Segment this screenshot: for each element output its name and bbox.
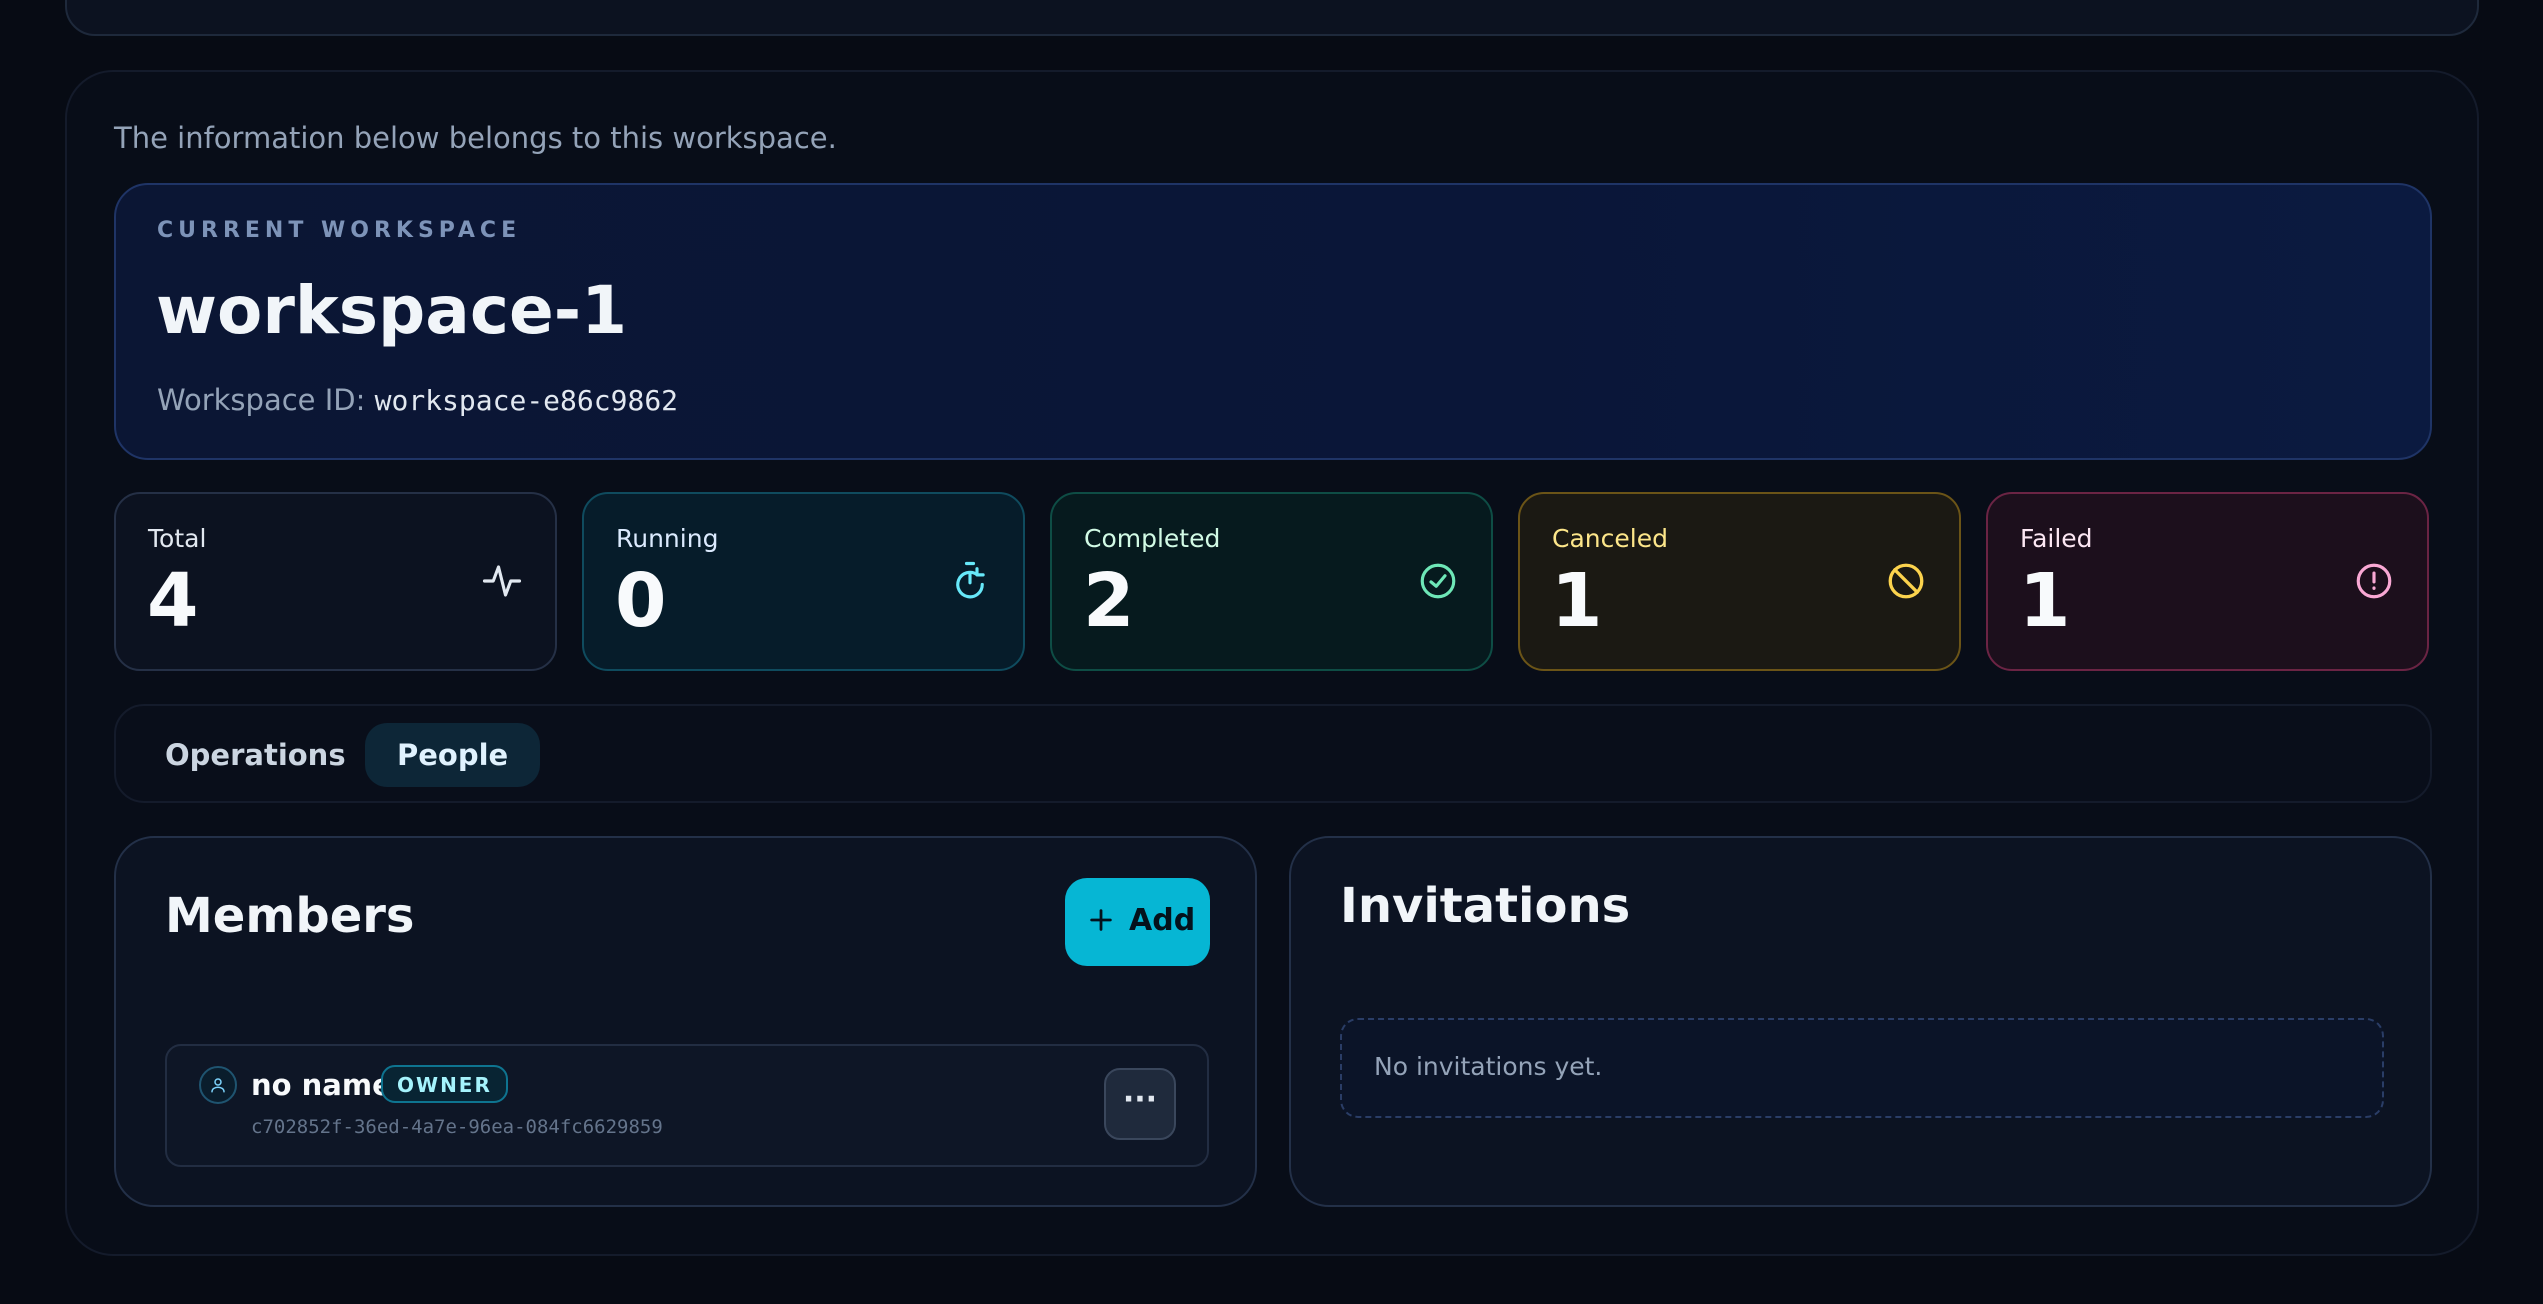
add-member-button[interactable]: Add: [1065, 878, 1210, 966]
empty-state-text: No invitations yet.: [1374, 1052, 1603, 1081]
previous-section-card: [65, 0, 2479, 36]
member-more-button[interactable]: ···: [1104, 1068, 1176, 1140]
user-icon: [211, 1078, 225, 1093]
stat-value-total: 4: [147, 558, 199, 644]
alert-circle-icon: [2356, 563, 2392, 599]
intro-text: The information below belongs to this wo…: [114, 121, 837, 155]
stat-value-canceled: 1: [1551, 558, 1603, 644]
member-id: c702852f-36ed-4a7e-96ea-084fc6629859: [251, 1116, 663, 1138]
stat-value-completed: 2: [1083, 558, 1135, 644]
invitations-title: Invitations: [1340, 878, 1631, 934]
stat-value-running: 0: [615, 558, 667, 644]
more-horizontal-icon: ···: [1122, 1082, 1158, 1117]
workspace-id-line: Workspace ID: workspace-e86c9862: [157, 383, 678, 417]
stat-label-running: Running: [616, 524, 719, 553]
activity-icon: [482, 565, 522, 597]
stat-card-running: Running 0: [582, 492, 1025, 671]
check-circle-icon: [1420, 563, 1456, 599]
members-card: Members Add no name OWNER c702852f-36ed-…: [114, 836, 1257, 1207]
stat-value-failed: 1: [2019, 558, 2071, 644]
workspace-id-value: workspace-e86c9862: [374, 384, 679, 417]
stat-label-total: Total: [148, 524, 207, 553]
stat-card-total: Total 4: [114, 492, 557, 671]
stat-label-canceled: Canceled: [1552, 524, 1668, 553]
stat-card-completed: Completed 2: [1050, 492, 1493, 671]
invitations-empty-state: No invitations yet.: [1340, 1018, 2384, 1118]
tab-bar: Operations People: [114, 704, 2432, 803]
member-row: no name OWNER c702852f-36ed-4a7e-96ea-08…: [165, 1044, 1209, 1167]
tab-people[interactable]: People: [365, 723, 541, 787]
plus-icon: [1090, 909, 1112, 931]
ban-icon: [1888, 563, 1924, 599]
add-member-label: Add: [1129, 903, 1196, 938]
timer-icon: [956, 561, 985, 599]
stat-card-failed: Failed 1: [1986, 492, 2429, 671]
workspace-id-label: Workspace ID:: [157, 383, 366, 417]
workspace-kicker: CURRENT WORKSPACE: [157, 218, 522, 243]
stat-label-failed: Failed: [2020, 524, 2093, 553]
member-name: no name: [251, 1068, 392, 1102]
invitations-card: Invitations No invitations yet.: [1289, 836, 2432, 1207]
stat-card-canceled: Canceled 1: [1518, 492, 1961, 671]
workspace-header-card: CURRENT WORKSPACE workspace-1 Workspace …: [114, 183, 2432, 460]
role-badge: OWNER: [381, 1065, 508, 1103]
workspace-name: workspace-1: [156, 272, 628, 349]
tab-operations[interactable]: Operations: [133, 723, 378, 787]
members-title: Members: [165, 888, 415, 944]
avatar: [199, 1066, 237, 1104]
stat-label-completed: Completed: [1084, 524, 1221, 553]
